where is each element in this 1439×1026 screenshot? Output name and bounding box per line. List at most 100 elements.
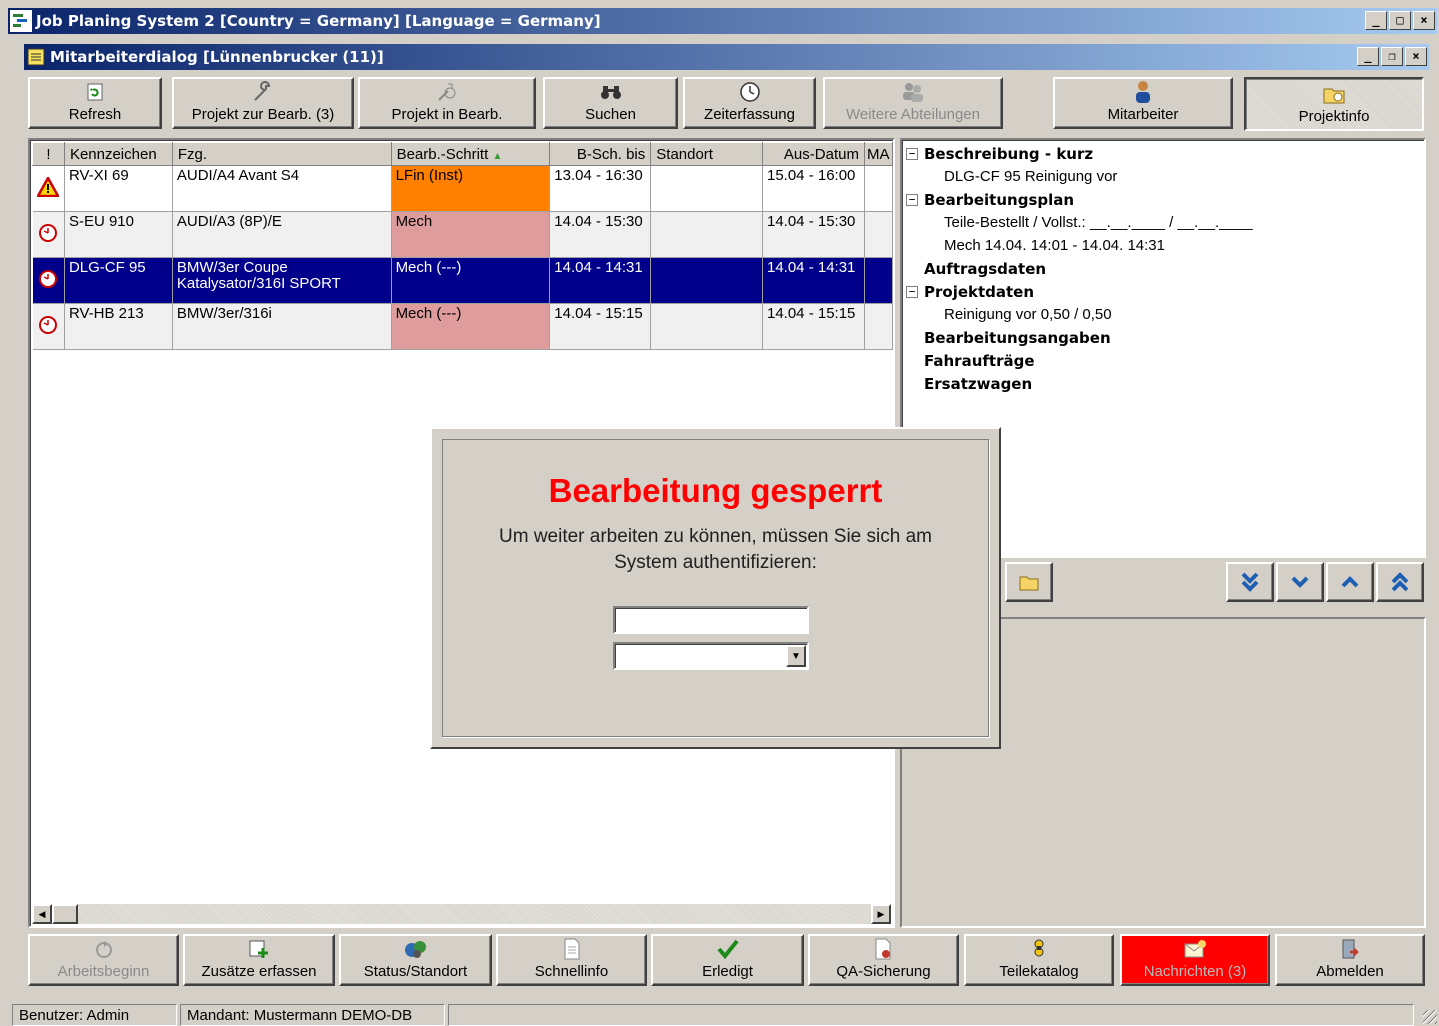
maximize-icon[interactable]: □ [1389,11,1411,30]
tree-leaf: Reinigung vor 0,50 / 0,50 [944,306,1112,323]
mitarbeiter-button[interactable]: Mitarbeiter [1053,77,1233,129]
cell-fzg-line1: BMW/3er Coupe [176,259,288,276]
tree-node-bearbeitungsangaben[interactable]: Bearbeitungsangaben [906,326,1253,349]
minimize-icon[interactable]: _ [1357,47,1379,66]
cell-aus-datum: 14.04 - 14:31 [762,257,865,304]
cell-fzg: BMW/3er/316i [172,303,392,350]
cell-fzg-line2: Katalysator/316I SPORT [176,275,341,292]
clock-icon [739,82,760,102]
document-icon [564,938,579,960]
col-header-status[interactable]: ! [32,142,65,166]
tree-leaf: DLG-CF 95 Reinigung vor [944,168,1118,185]
scroll-to-bottom-button[interactable] [1226,562,1274,602]
col-header-schritt[interactable]: Bearb.-Schritt ▲ [390,142,551,166]
scroll-right-arrow[interactable]: ▶ [871,904,891,924]
user-select[interactable]: ▼ [613,642,809,670]
refresh-button[interactable]: Refresh [28,77,162,129]
table-row[interactable]: RV-XI 69 AUDI/A4 Avant S4 LFin (Inst) 13… [32,165,894,212]
qa-sicherung-button[interactable]: QA-Sicherung [808,934,959,986]
double-chevron-down-icon [1241,572,1259,592]
cell-bis: 13.04 - 16:30 [549,165,652,212]
nachrichten-button[interactable]: Nachrichten (3) [1120,934,1270,986]
binoculars-icon [600,86,621,99]
tree-node-bearbeitungsplan[interactable]: − Bearbeitungsplan [906,188,1253,211]
zeiterfassung-button[interactable]: Zeiterfassung [683,77,816,129]
cell-ma [864,165,894,212]
horizontal-scrollbar[interactable]: ◀ ▶ [32,904,891,924]
clock-icon [39,315,58,334]
app-title-bar: Job Planing System 2 [Country = Germany]… [8,8,1437,34]
schnellinfo-button[interactable]: Schnellinfo [496,934,647,986]
table-row[interactable]: RV-HB 213 BMW/3er/316i Mech (---) 14.04 … [32,303,894,350]
table-row-selected[interactable]: DLG-CF 95 BMW/3er Coupe Katalysator/316I … [32,257,894,304]
lock-dialog-message: Um weiter arbeiten zu können, müssen Sie… [499,526,932,573]
double-chevron-up-icon [1391,572,1409,592]
close-icon[interactable]: × [1405,47,1427,66]
col-header-ma[interactable]: MA [863,142,894,166]
tree-node-auftragsdaten[interactable]: Auftragsdaten [906,257,1253,280]
arbeitsbeginn-button[interactable]: Arbeitsbeginn [28,934,179,986]
cell-kennzeichen: S-EU 910 [64,211,173,258]
folder-button[interactable] [1005,562,1053,602]
minimize-icon[interactable]: _ [1365,11,1387,30]
suchen-label: Suchen [585,106,636,123]
app-title: Job Planing System 2 [Country = Germany]… [36,12,601,30]
project-info-icon [1323,88,1345,104]
table-row[interactable]: S-EU 910 AUDI/A3 (8P)/E Mech 14.04 - 15:… [32,211,894,258]
resize-grip-icon[interactable] [1423,1010,1437,1024]
scroll-thumb[interactable] [52,904,78,924]
cell-standort [650,211,763,258]
col-header-aus-datum[interactable]: Aus-Datum [761,142,865,166]
status-standort-button[interactable]: Status/Standort [339,934,492,986]
tree-node-fahrauftraege[interactable]: Fahraufträge [906,349,1253,372]
projekt-in-bearb-label: Projekt in Bearb. [391,106,503,123]
scroll-left-arrow[interactable]: ◀ [32,904,52,924]
chevron-down-icon[interactable]: ▼ [786,645,806,667]
projekt-in-bearb-button[interactable]: Projekt in Bearb. [358,77,536,129]
scroll-up-button[interactable] [1326,562,1374,602]
collapse-icon[interactable]: − [906,285,918,298]
status-standort-label: Status/Standort [363,963,468,980]
sort-asc-icon: ▲ [492,150,503,162]
col-header-kennzeichen[interactable]: Kennzeichen [63,142,173,166]
tree-node-projektdaten[interactable]: − Projektdaten [906,280,1253,303]
qa-sicherung-label: QA-Sicherung [836,963,931,980]
suchen-button[interactable]: Suchen [543,77,678,129]
status-icon [404,941,426,958]
chevron-up-icon [1341,576,1359,588]
catalog-icon [1034,939,1044,957]
teilekatalog-button[interactable]: Teilekatalog [964,934,1114,986]
tree-node-beschreibung[interactable]: − Beschreibung - kurz [906,142,1253,165]
projektinfo-label: Projektinfo [1298,108,1370,125]
abmelden-button[interactable]: Abmelden [1275,934,1425,986]
user-icon [1136,81,1150,103]
collapse-icon[interactable]: − [906,147,918,160]
col-header-standort[interactable]: Standort [650,142,763,166]
status-mandant: Mandant: Mustermann DEMO-DB [180,1004,445,1026]
col-header-bis[interactable]: B-Sch. bis [549,142,652,166]
tree-node-ersatzwagen[interactable]: Ersatzwagen [906,372,1253,395]
restore-icon[interactable]: ❐ [1381,47,1403,66]
logout-icon [1342,939,1359,959]
projektinfo-button[interactable]: Projektinfo [1244,77,1424,131]
lock-dialog-frame: Bearbeitung gesperrt Um weiter arbeiten … [442,439,989,737]
projekt-zur-bearb-button[interactable]: Projekt zur Bearb. (3) [172,77,354,129]
lock-dialog: Bearbeitung gesperrt Um weiter arbeiten … [430,427,1001,749]
zusaetze-erfassen-button[interactable]: Zusätze erfassen [183,934,335,986]
password-input[interactable] [613,606,809,634]
col-header-fzg[interactable]: Fzg. [171,142,392,166]
scroll-to-top-button[interactable] [1376,562,1424,602]
cell-schritt: Mech (---) [391,303,551,350]
cell-standort [650,165,763,212]
collapse-icon[interactable]: − [906,193,918,206]
weitere-abteilungen-button[interactable]: Weitere Abteilungen [823,77,1003,129]
cell-bis: 14.04 - 15:15 [549,303,652,350]
cell-bis: 14.04 - 15:30 [549,211,652,258]
close-icon[interactable]: × [1413,11,1435,30]
erledigt-button[interactable]: Erledigt [651,934,804,986]
app-icon [10,10,32,32]
scroll-down-button[interactable] [1276,562,1324,602]
jobs-table: ! Kennzeichen Fzg. Bearb.-Schritt ▲ B-Sc… [32,142,894,350]
child-title: Mitarbeiterdialog [Lünnenbrucker (11)] [50,48,384,66]
status-user: Benutzer: Admin [12,1004,177,1026]
